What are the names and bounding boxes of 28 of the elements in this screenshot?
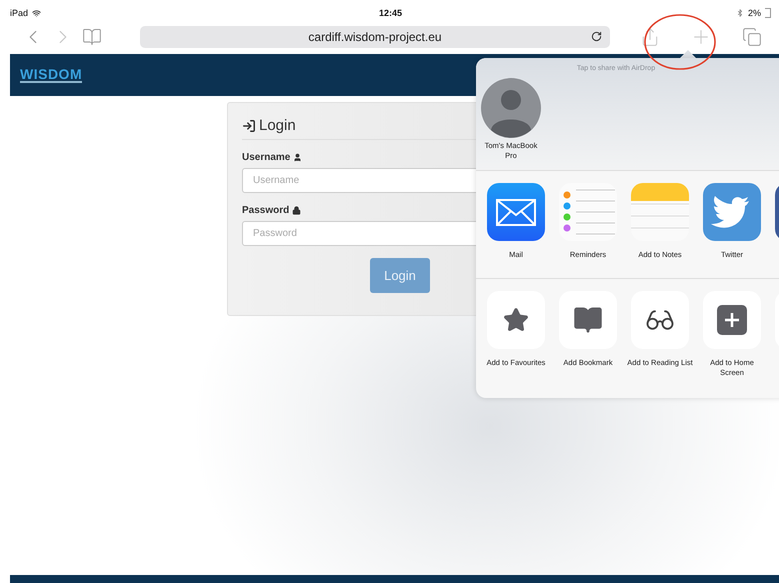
clock: 12:45 <box>378 8 402 18</box>
site-logo[interactable]: WISDOM <box>20 67 82 83</box>
battery-percent: 2% <box>748 8 761 18</box>
login-title: Login <box>259 117 296 134</box>
user-icon <box>293 153 302 162</box>
address-bar[interactable]: cardiff.wisdom-project.eu <box>140 26 610 48</box>
avatar-icon[interactable] <box>481 78 541 138</box>
action-tile[interactable] <box>487 291 545 349</box>
login-button[interactable]: Login <box>370 258 430 293</box>
star-icon <box>503 307 529 333</box>
bird-icon[interactable] <box>703 183 761 241</box>
field-label: Username <box>242 152 290 163</box>
tabs-icon[interactable] <box>742 27 762 47</box>
lock-icon <box>292 206 302 215</box>
wifi-icon <box>32 8 42 18</box>
login-icon <box>242 118 256 132</box>
action-tile[interactable] <box>703 291 761 349</box>
book-icon <box>573 305 603 335</box>
device-name: iPad <box>10 8 28 18</box>
share-icon[interactable] <box>640 27 660 47</box>
bluetooth-icon <box>736 9 744 17</box>
action-tile[interactable] <box>631 291 689 349</box>
field-label: Password <box>242 205 290 216</box>
add-icon <box>717 305 747 335</box>
mail-icon[interactable] <box>487 183 545 241</box>
action-tile[interactable] <box>559 291 617 349</box>
bookmarks-icon[interactable] <box>82 27 102 47</box>
reload-icon[interactable] <box>591 31 602 42</box>
